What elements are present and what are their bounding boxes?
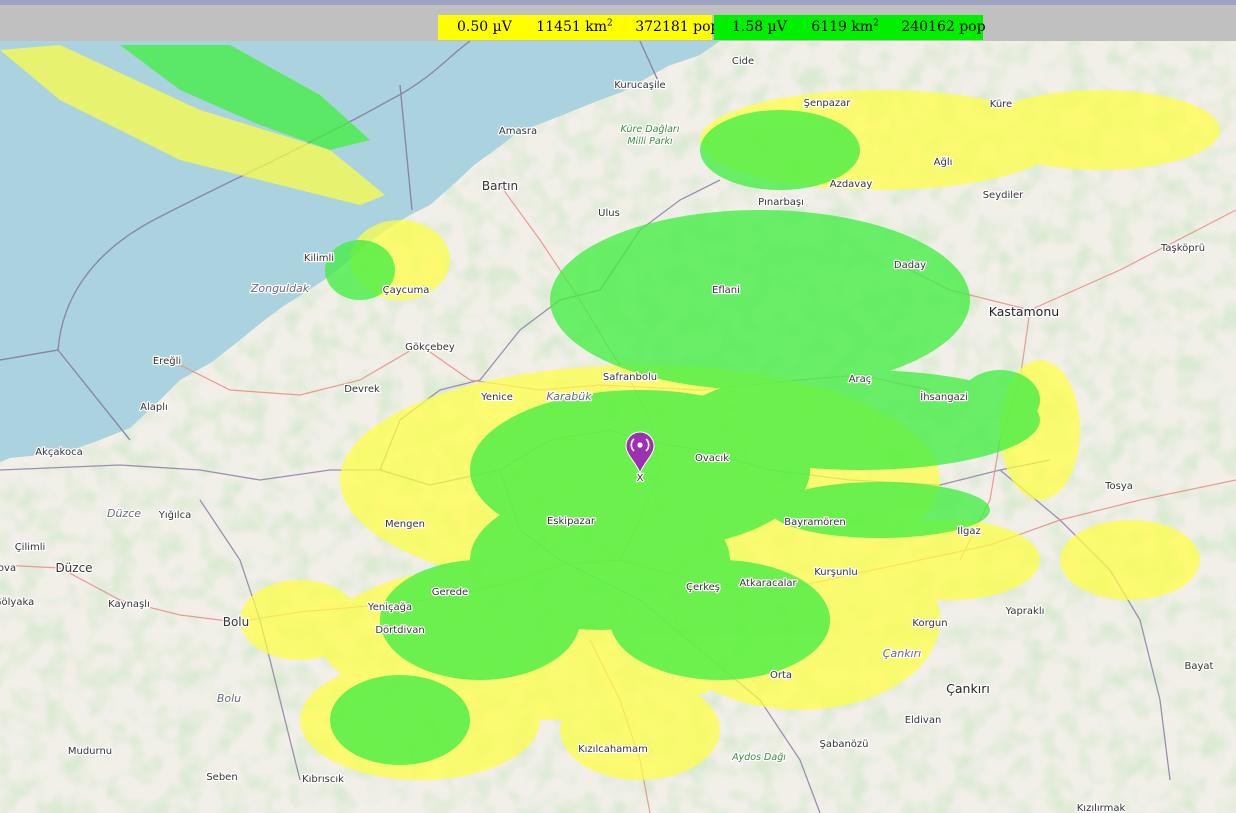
place-label: Eflani — [712, 285, 740, 296]
place-label: Pınarbaşı — [758, 197, 804, 208]
place-label: Amasra — [499, 126, 537, 137]
place-label: Küre — [990, 99, 1012, 110]
place-label: Eskipazar — [547, 516, 596, 527]
transmitter-label: X — [637, 473, 644, 484]
place-label: Kaynaşlı — [108, 599, 150, 610]
province-label: Çankırı — [883, 647, 921, 660]
place-label: Şenpazar — [804, 98, 852, 109]
place-label: Çilimli — [15, 542, 46, 553]
place-label: Çerkeş — [686, 582, 720, 593]
place-label: Korgun — [912, 618, 947, 629]
place-label: Kızılırmak — [1077, 803, 1126, 813]
place-label: Kızılcahamam — [578, 744, 648, 755]
place-label: Bartın — [482, 179, 518, 193]
province-label: Karabük — [546, 390, 592, 403]
place-label: Çaycuma — [383, 285, 430, 296]
place-label: Daday — [894, 260, 926, 271]
place-label: Alaplı — [140, 402, 168, 413]
place-label: Devrek — [344, 384, 380, 395]
place-label: Kurşunlu — [814, 567, 858, 578]
place-label: Bayramören — [784, 517, 845, 528]
legend-yellow: 0.50 µV 11451 km2 372181 pop — [438, 15, 719, 40]
place-label: İhsangazi — [920, 390, 967, 403]
legend-green-population: 240162 pop — [901, 19, 986, 35]
province-label: Düzce — [107, 507, 141, 520]
place-label: Gölyaka — [0, 597, 34, 608]
place-label: Tosya — [1104, 481, 1133, 492]
place-label: Ovacık — [695, 453, 729, 464]
place-label: Taşköprü — [1160, 243, 1205, 254]
place-label: ova — [0, 563, 16, 574]
place-label: Yenice — [480, 392, 513, 403]
legend-green-area: 6119 km2 — [811, 18, 879, 35]
place-label: Seben — [206, 772, 237, 783]
place-label: Ağlı — [934, 156, 953, 168]
place-label: Araç — [849, 374, 872, 385]
place-label: Yeniçağa — [367, 601, 412, 613]
park-label: Milli Parkı — [627, 136, 673, 147]
place-label: Yığılca — [158, 509, 191, 521]
place-label: Ulus — [598, 208, 620, 219]
place-label: Şabanözü — [820, 739, 869, 750]
mountain-label: Aydos Dağı — [731, 752, 786, 763]
legend-green: 1.58 µV 6119 km2 240162 pop — [714, 15, 986, 40]
place-label: Seydiler — [983, 190, 1024, 201]
place-label: Kıbrıscık — [302, 774, 344, 785]
place-label: Cide — [732, 56, 754, 67]
place-label: Yapraklı — [1005, 606, 1045, 617]
place-label: Orta — [770, 670, 792, 681]
place-label: Mengen — [385, 519, 425, 530]
park-label: Küre Dağları — [621, 124, 680, 135]
place-label: Akçakoca — [35, 447, 82, 458]
place-label: Atkaracalar — [739, 578, 797, 589]
place-label: Gerede — [432, 587, 468, 598]
place-label: Düzce — [55, 561, 92, 575]
legend-yellow-population: 372181 pop — [635, 19, 720, 35]
province-label: Zonguldak — [250, 282, 310, 295]
legend-yellow-area: 11451 km2 — [536, 18, 613, 35]
coverage-map[interactable]: X Cide Kurucaşile Şenpazar Küre Amasra K… — [0, 41, 1236, 813]
place-label: Dörtdivan — [375, 625, 424, 636]
province-label: Bolu — [217, 692, 241, 705]
place-label: Bolu — [223, 615, 250, 629]
tower-dot — [637, 442, 643, 448]
place-label: Safranbolu — [603, 372, 657, 383]
place-label: Bayat — [1185, 661, 1214, 672]
place-label: Azdavay — [830, 179, 873, 190]
legend-green-level: 1.58 µV — [732, 19, 787, 35]
place-label: Kastamonu — [989, 304, 1059, 319]
place-label: Çankırı — [946, 681, 990, 696]
place-label: Gökçebey — [405, 342, 455, 353]
place-label: Kilimli — [304, 253, 334, 264]
place-label: Kurucaşile — [614, 80, 665, 91]
legend-yellow-level: 0.50 µV — [457, 19, 512, 35]
place-label: Ereğli — [153, 355, 181, 367]
place-label: Ilgaz — [957, 526, 980, 537]
place-label: Mudurnu — [68, 746, 112, 757]
place-label: Eldivan — [905, 715, 942, 726]
